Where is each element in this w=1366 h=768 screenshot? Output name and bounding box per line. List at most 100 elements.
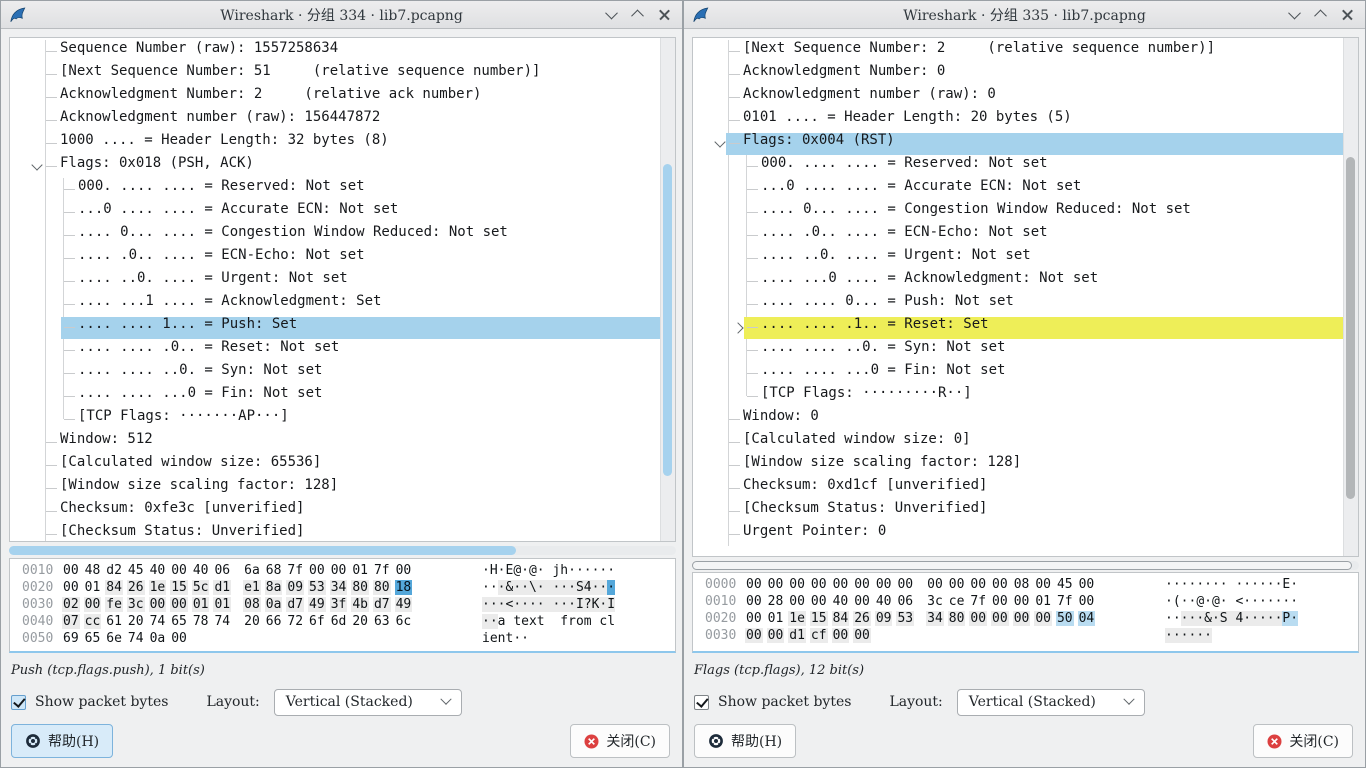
tree-row[interactable]: .... ..0. .... = Urgent: Not set bbox=[10, 270, 660, 293]
tree-row[interactable]: [TCP Flags: ·········R··] bbox=[693, 385, 1343, 408]
hex-ascii[interactable]: ··a text from cl bbox=[482, 614, 615, 629]
tree-row[interactable]: Urgent Pointer: 0 bbox=[693, 523, 1343, 546]
hex-ascii[interactable]: ·····&·S 4·····P· bbox=[1165, 611, 1298, 626]
tree-row[interactable]: [Calculated window size: 65536] bbox=[10, 454, 660, 477]
vertical-scrollbar[interactable] bbox=[660, 38, 675, 541]
tree-row[interactable]: Flags: 0x018 (PSH, ACK) bbox=[10, 155, 660, 178]
close-icon[interactable] bbox=[1342, 9, 1353, 20]
tree-row[interactable]: .... .0.. .... = ECN-Echo: Not set bbox=[693, 224, 1343, 247]
hex-ascii[interactable]: ······ bbox=[1165, 628, 1212, 643]
hex-row[interactable]: 005069656e740a00ient·· bbox=[10, 631, 675, 648]
horizontal-scrollbar[interactable] bbox=[692, 561, 1359, 570]
tree-row[interactable]: [Window size scaling factor: 128] bbox=[10, 477, 660, 500]
tree-row[interactable]: Flags: 0x004 (RST) bbox=[693, 132, 1343, 155]
hex-bytes[interactable]: 00011e15842609533480000000005004 bbox=[745, 611, 1139, 626]
hex-bytes[interactable]: 0200fe3c00000101080ad7493f4bd749 bbox=[62, 597, 456, 612]
tree-row-label: .... .... .0.. = Reset: Not set bbox=[10, 339, 339, 355]
hex-ascii[interactable]: ient·· bbox=[482, 631, 529, 646]
tree-row[interactable]: Window: 0 bbox=[693, 408, 1343, 431]
titlebar[interactable]: Wireshark · 分组 334 · lib7.pcapng bbox=[1, 1, 682, 29]
tree-row[interactable]: .... .... .0.. = Reset: Not set bbox=[10, 339, 660, 362]
hex-row[interactable]: 002000011e15842609533480000000005004····… bbox=[693, 611, 1358, 628]
hex-bytes[interactable]: 00280000400040063cce7f0000017f00 bbox=[745, 594, 1139, 609]
tree-row[interactable]: [Checksum Status: Unverified] bbox=[10, 523, 660, 542]
tree-row[interactable]: Checksum: 0xd1cf [unverified] bbox=[693, 477, 1343, 500]
tree-row[interactable]: .... .0.. .... = ECN-Echo: Not set bbox=[10, 247, 660, 270]
tree-row[interactable]: 1000 .... = Header Length: 32 bytes (8) bbox=[10, 132, 660, 155]
titlebar[interactable]: Wireshark · 分组 335 · lib7.pcapng bbox=[684, 1, 1365, 29]
horizontal-scrollbar[interactable] bbox=[9, 546, 676, 555]
hex-offset: 0030 bbox=[22, 597, 56, 612]
chevron-down-icon[interactable] bbox=[605, 7, 618, 20]
hex-ascii[interactable]: ·H·E@·@· jh······ bbox=[482, 563, 615, 578]
help-button[interactable]: 帮助(H) bbox=[11, 724, 113, 758]
tree-row[interactable]: .... .... ...0 = Fin: Not set bbox=[693, 362, 1343, 385]
layout-select[interactable]: Vertical (Stacked) bbox=[274, 689, 462, 716]
tree-row[interactable]: Acknowledgment Number: 0 bbox=[693, 63, 1343, 86]
screen: Wireshark · 分组 334 · lib7.pcapng Sequenc… bbox=[0, 0, 1366, 768]
tree-row[interactable]: Sequence Number (raw): 1557258634 bbox=[10, 40, 660, 63]
tree-row[interactable]: .... .... ..0. = Syn: Not set bbox=[10, 362, 660, 385]
hex-ascii[interactable]: ···&··\· ···S4··· bbox=[482, 580, 615, 595]
tree-row[interactable]: Window: 512 bbox=[10, 431, 660, 454]
tree-row[interactable]: 000. .... .... = Reserved: Not set bbox=[693, 155, 1343, 178]
hex-bytes[interactable]: 00000000000000000000000008004500 bbox=[745, 577, 1139, 592]
tree-row-label: Acknowledgment Number: 0 bbox=[693, 63, 945, 79]
show-packet-bytes-checkbox[interactable] bbox=[11, 695, 26, 710]
scrollbar-thumb[interactable] bbox=[1346, 157, 1355, 499]
tree-row[interactable]: [TCP Flags: ·······AP···] bbox=[10, 408, 660, 431]
show-packet-bytes-checkbox[interactable] bbox=[694, 695, 709, 710]
scrollbar-thumb[interactable] bbox=[692, 561, 1352, 570]
close-button[interactable]: 关闭(C) bbox=[1253, 724, 1353, 758]
hex-bytes[interactable]: 07cc6120746578742066726f6d20636c bbox=[62, 614, 456, 629]
help-button[interactable]: 帮助(H) bbox=[694, 724, 796, 758]
tree-row[interactable]: .... .... ..0. = Syn: Not set bbox=[693, 339, 1343, 362]
hex-row[interactable]: 0020000184261e155cd1e18a095334808018···&… bbox=[10, 580, 675, 597]
tree-row[interactable]: [Calculated window size: 0] bbox=[693, 431, 1343, 454]
tree-row[interactable]: [Window size scaling factor: 128] bbox=[693, 454, 1343, 477]
hex-ascii[interactable]: ···<···· ···I?K·I bbox=[482, 597, 615, 612]
tree-row[interactable]: 0101 .... = Header Length: 20 bytes (5) bbox=[693, 109, 1343, 132]
tree-row[interactable]: Acknowledgment number (raw): 156447872 bbox=[10, 109, 660, 132]
tree-row[interactable]: .... ..0. .... = Urgent: Not set bbox=[693, 247, 1343, 270]
tree-row[interactable]: .... ...0 .... = Acknowledgment: Not set bbox=[693, 270, 1343, 293]
hex-ascii[interactable]: ········ ······E· bbox=[1165, 577, 1298, 592]
tree-row[interactable]: .... .... ...0 = Fin: Not set bbox=[10, 385, 660, 408]
hex-bytes[interactable]: 69656e740a00 bbox=[62, 631, 456, 646]
tree-row[interactable]: .... 0... .... = Congestion Window Reduc… bbox=[693, 201, 1343, 224]
tree-row[interactable]: .... 0... .... = Congestion Window Reduc… bbox=[10, 224, 660, 247]
hex-row[interactable]: 001000280000400040063cce7f0000017f00·(··… bbox=[693, 594, 1358, 611]
tree-row[interactable]: .... .... 1... = Push: Set bbox=[10, 316, 660, 339]
layout-select[interactable]: Vertical (Stacked) bbox=[957, 689, 1145, 716]
tree-row[interactable]: .... .... .1.. = Reset: Set bbox=[693, 316, 1343, 339]
hex-row[interactable]: 00300000d1cf0000······ bbox=[693, 628, 1358, 645]
chevron-down-icon[interactable] bbox=[1288, 7, 1301, 20]
hex-row[interactable]: 000000000000000000000000000008004500····… bbox=[693, 577, 1358, 594]
close-button[interactable]: 关闭(C) bbox=[570, 724, 670, 758]
tree-row[interactable]: [Checksum Status: Unverified] bbox=[693, 500, 1343, 523]
tree-row-label: .... ..0. .... = Urgent: Not set bbox=[10, 270, 348, 286]
close-icon[interactable] bbox=[659, 9, 670, 20]
tree-row[interactable]: .... ...1 .... = Acknowledgment: Set bbox=[10, 293, 660, 316]
tree-row-label: 000. .... .... = Reserved: Not set bbox=[693, 155, 1048, 171]
hex-row[interactable]: 00100048d245400040066a687f0000017f00·H·E… bbox=[10, 563, 675, 580]
hex-bytes[interactable]: 0048d245400040066a687f0000017f00 bbox=[62, 563, 456, 578]
tree-row[interactable]: Acknowledgment Number: 2 (relative ack n… bbox=[10, 86, 660, 109]
hex-ascii[interactable]: ·(··@·@· <······· bbox=[1165, 594, 1298, 609]
scrollbar-thumb[interactable] bbox=[663, 164, 672, 476]
hex-bytes[interactable]: 0000d1cf0000 bbox=[745, 628, 1139, 643]
tree-row[interactable]: ...0 .... .... = Accurate ECN: Not set bbox=[693, 178, 1343, 201]
tree-row[interactable]: .... .... 0... = Push: Not set bbox=[693, 293, 1343, 316]
tree-row[interactable]: [Next Sequence Number: 2 (relative seque… bbox=[693, 40, 1343, 63]
hex-row[interactable]: 0030 0200fe3c00000101080ad7493f4bd749 ···<… bbox=[10, 597, 675, 614]
hex-bytes[interactable]: 000184261e155cd1e18a095334808018 bbox=[62, 580, 456, 595]
hex-row[interactable]: 004007cc6120746578742066726f6d20636c··a … bbox=[10, 614, 675, 631]
tree-row[interactable]: [Next Sequence Number: 51 (relative sequ… bbox=[10, 63, 660, 86]
tree-row[interactable]: Acknowledgment number (raw): 0 bbox=[693, 86, 1343, 109]
show-packet-bytes-label: Show packet bytes bbox=[718, 694, 851, 710]
scrollbar-thumb[interactable] bbox=[9, 546, 516, 555]
tree-row[interactable]: 000. .... .... = Reserved: Not set bbox=[10, 178, 660, 201]
tree-row[interactable]: ...0 .... .... = Accurate ECN: Not set bbox=[10, 201, 660, 224]
vertical-scrollbar[interactable] bbox=[1343, 38, 1358, 556]
tree-row[interactable]: Checksum: 0xfe3c [unverified] bbox=[10, 500, 660, 523]
